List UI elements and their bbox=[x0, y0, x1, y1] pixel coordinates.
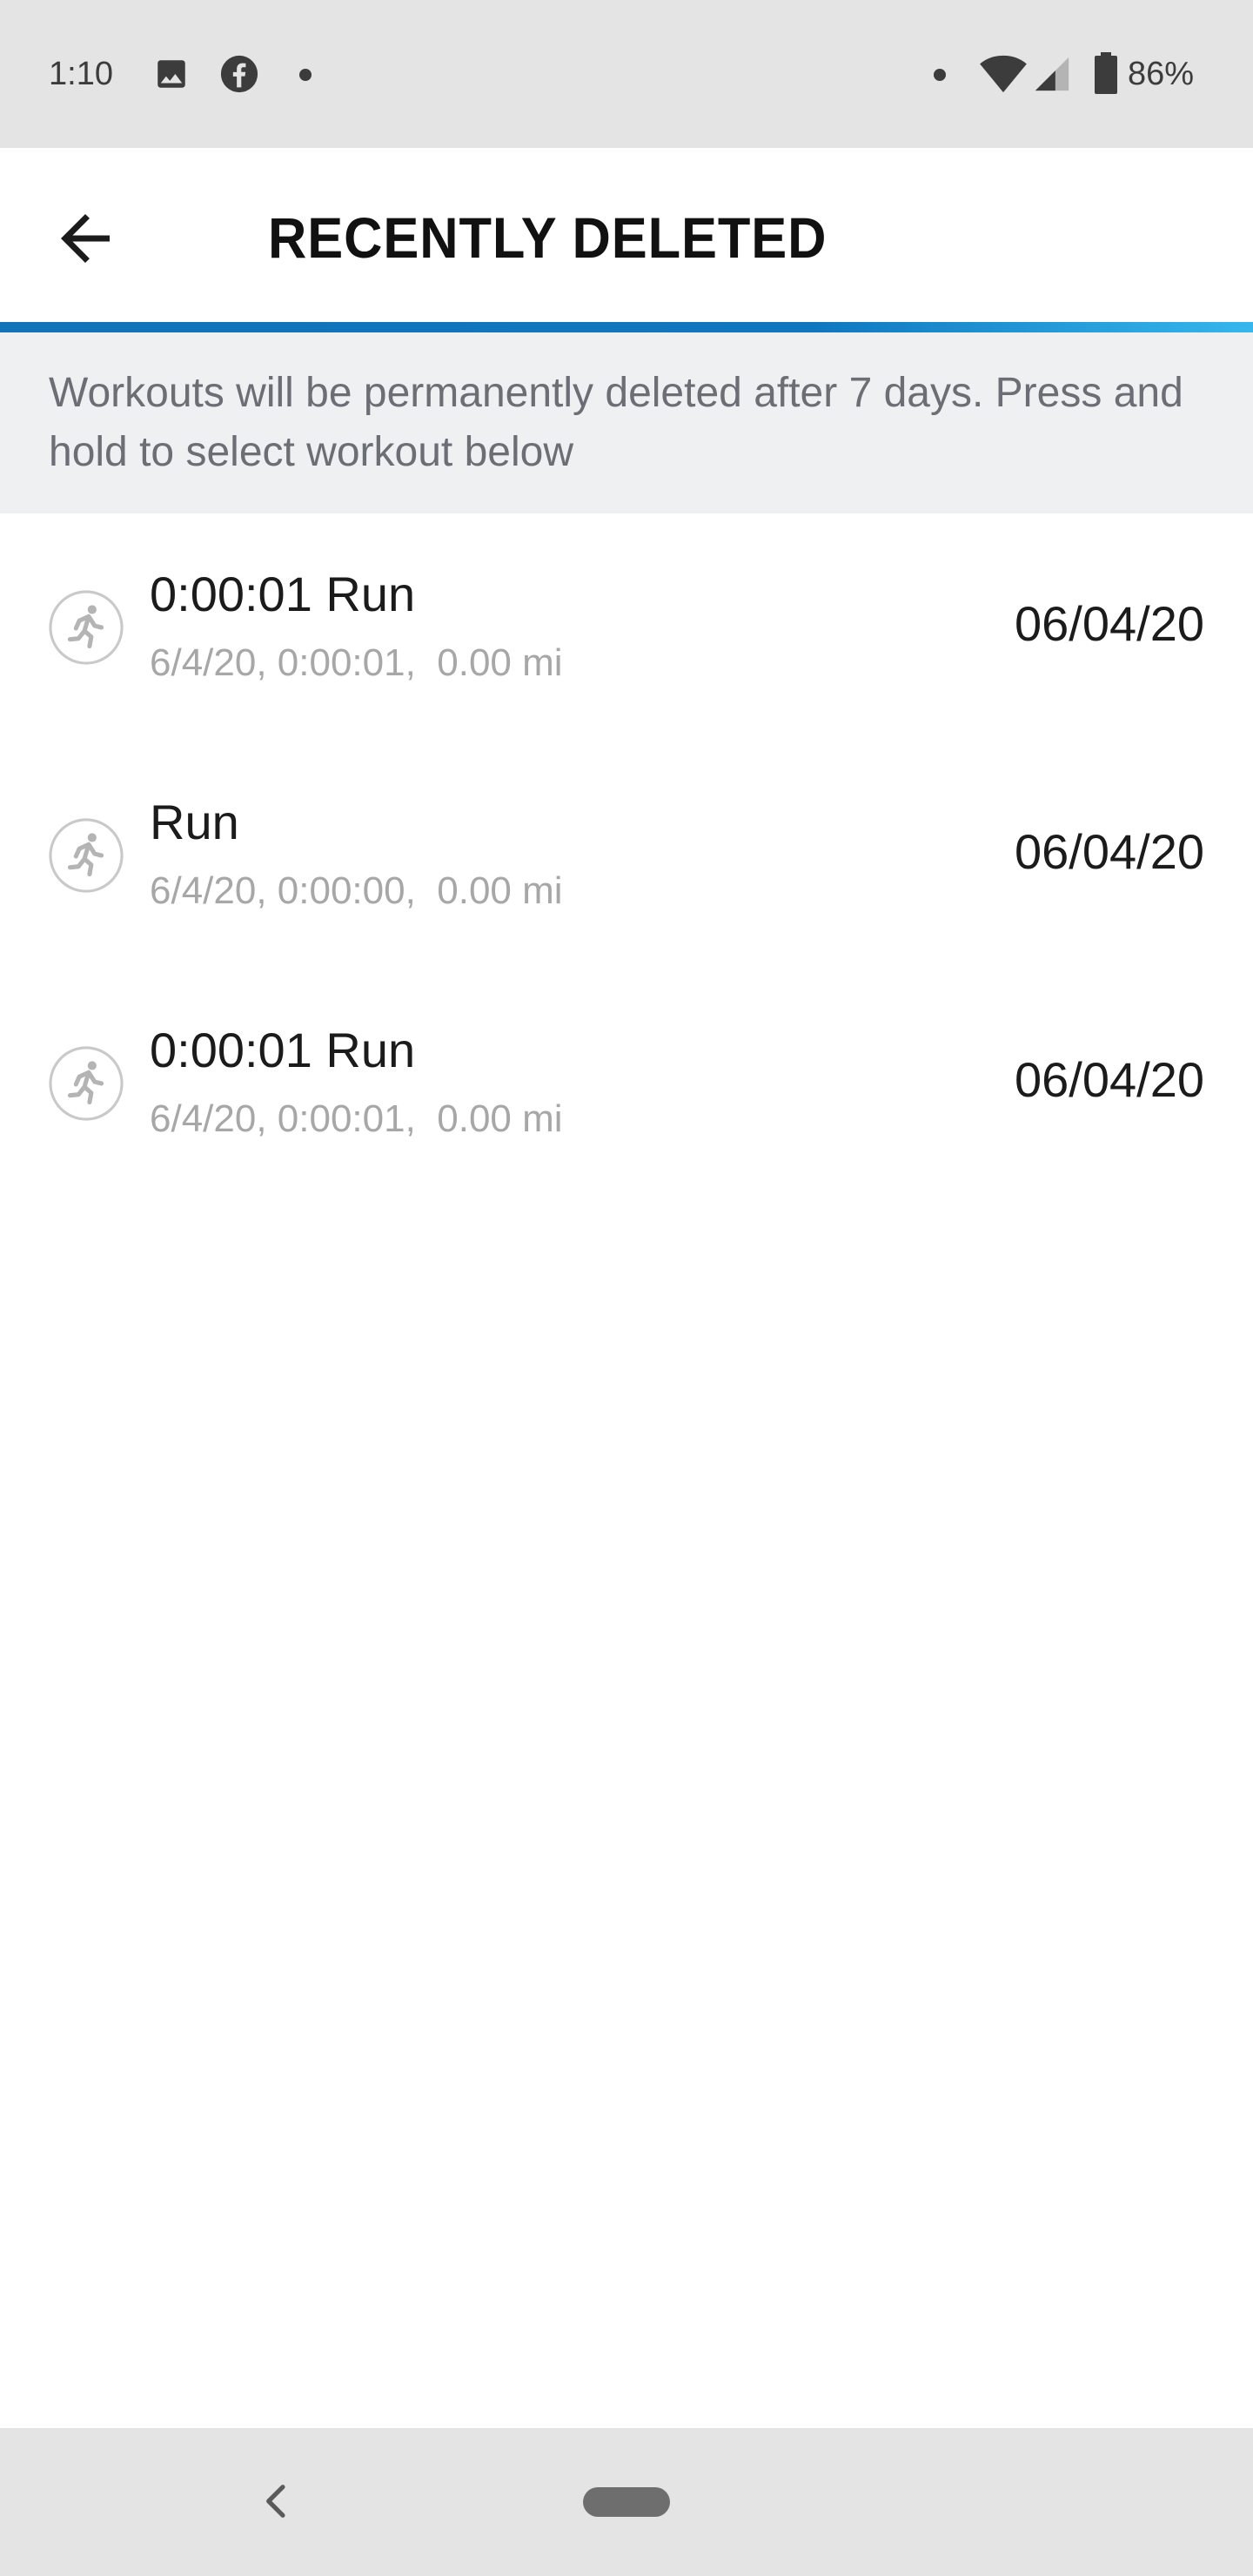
workout-title: 0:00:01 Run bbox=[150, 1023, 416, 1077]
home-pill-icon[interactable] bbox=[583, 2487, 670, 2517]
notification-dot-icon bbox=[934, 69, 946, 81]
workout-row[interactable]: 0:00:01 Run 6/4/20, 0:00:01, 0.00 mi 06/… bbox=[0, 969, 1253, 1197]
back-button[interactable] bbox=[49, 202, 122, 275]
running-person-icon bbox=[49, 1046, 124, 1121]
workout-row[interactable]: 0:00:01 Run 6/4/20, 0:00:01, 0.00 mi 06/… bbox=[0, 513, 1253, 741]
recently-deleted-screen: 1:10 86% RECENTLY DELETED Workouts will … bbox=[0, 0, 1253, 2576]
workout-date: 06/04/20 bbox=[1015, 824, 1204, 879]
arrow-left-icon bbox=[61, 214, 110, 263]
system-nav-bar bbox=[0, 2428, 1253, 2576]
page-title: RECENTLY DELETED bbox=[268, 205, 828, 270]
workout-details: 6/4/20, 0:00:00, 0.00 mi bbox=[150, 869, 563, 912]
battery-icon bbox=[1095, 52, 1117, 94]
chevron-left-icon bbox=[266, 2485, 285, 2518]
workout-row[interactable]: Run 6/4/20, 0:00:00, 0.00 mi 06/04/20 bbox=[0, 741, 1253, 969]
running-person-icon bbox=[49, 590, 124, 665]
status-bar: 1:10 86% bbox=[0, 0, 1253, 148]
workout-date: 06/04/20 bbox=[1015, 596, 1204, 651]
workout-title: Run bbox=[150, 795, 239, 849]
workout-details: 6/4/20, 0:00:01, 0.00 mi bbox=[150, 641, 563, 684]
system-back-button[interactable] bbox=[252, 2477, 301, 2526]
battery-percent: 86% bbox=[1128, 56, 1195, 92]
cell-signal-icon bbox=[1035, 57, 1069, 91]
workout-details: 6/4/20, 0:00:01, 0.00 mi bbox=[150, 1097, 563, 1140]
facebook-icon bbox=[220, 55, 258, 93]
workout-date: 06/04/20 bbox=[1015, 1052, 1204, 1107]
info-text: Workouts will be permanently deleted aft… bbox=[49, 370, 1183, 475]
running-person-icon bbox=[49, 818, 124, 893]
app-header: RECENTLY DELETED bbox=[0, 148, 1253, 322]
image-icon bbox=[157, 60, 185, 88]
wifi-icon bbox=[980, 55, 1027, 93]
status-time: 1:10 bbox=[49, 56, 113, 92]
info-banner: Workouts will be permanently deleted aft… bbox=[0, 332, 1253, 513]
header-accent-bar bbox=[0, 322, 1253, 332]
notification-dot-icon bbox=[299, 69, 312, 81]
workout-title: 0:00:01 Run bbox=[150, 567, 416, 621]
